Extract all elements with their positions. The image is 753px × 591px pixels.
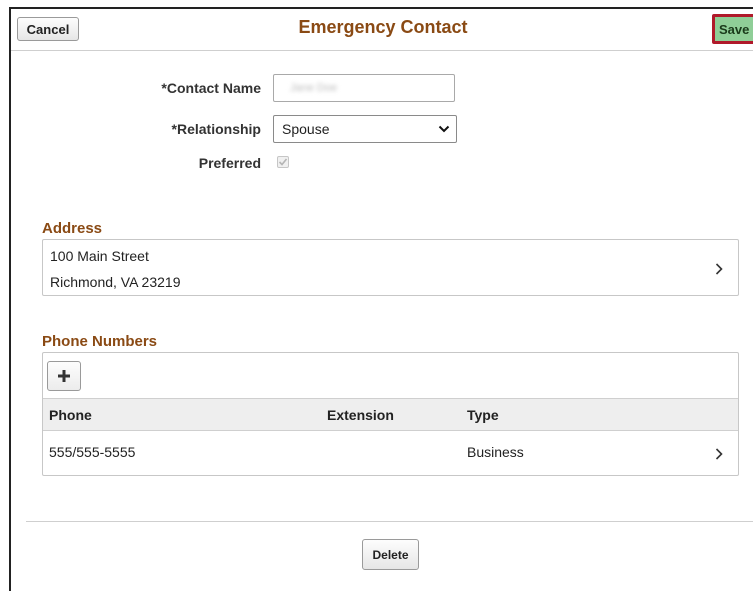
add-phone-button[interactable] <box>47 361 81 391</box>
address-section-title: Address <box>42 220 103 237</box>
table-row[interactable]: 555/555-5555 Business <box>43 431 738 475</box>
delete-button[interactable]: Delete <box>362 539 419 570</box>
phone-numbers-grid: Phone Extension Type 555/555-5555 Busine… <box>42 352 739 476</box>
contact-name-value: Jane Doe <box>290 82 338 94</box>
address-line-2: Richmond, VA 23219 <box>50 274 181 290</box>
column-header-extension: Extension <box>327 407 394 423</box>
address-card[interactable]: 100 Main Street Richmond, VA 23219 <box>42 239 739 296</box>
contact-name-input[interactable]: Jane Doe <box>273 74 455 102</box>
column-header-type: Type <box>467 407 499 423</box>
save-button[interactable]: Save <box>712 14 753 44</box>
preferred-label-wrap: Preferred <box>51 155 261 175</box>
phone-table-header: Phone Extension Type <box>43 398 738 431</box>
header-bar: Cancel Emergency Contact Save <box>11 9 753 51</box>
page-title: Emergency Contact <box>298 17 468 37</box>
relationship-label-wrap: *Relationship <box>51 121 261 141</box>
phone-cell: 555/555-5555 <box>49 444 136 460</box>
phone-numbers-section-title: Phone Numbers <box>42 333 158 350</box>
emergency-contact-panel: Cancel Emergency Contact Save *Contact N… <box>9 7 753 591</box>
relationship-label: *Relationship <box>171 121 261 137</box>
chevron-right-icon <box>715 263 723 275</box>
checkmark-icon <box>278 158 288 166</box>
relationship-selected-value: Spouse <box>282 121 330 137</box>
contact-name-label-wrap: *Contact Name <box>51 80 261 100</box>
footer-divider <box>26 521 753 522</box>
type-cell: Business <box>467 444 524 460</box>
chevron-down-icon <box>438 125 450 133</box>
plus-icon <box>58 370 70 382</box>
chevron-right-icon <box>715 448 723 460</box>
preferred-checkbox[interactable] <box>277 156 289 168</box>
contact-name-label: *Contact Name <box>161 80 261 96</box>
address-line-1: 100 Main Street <box>50 248 149 264</box>
column-header-phone: Phone <box>49 407 92 423</box>
preferred-label: Preferred <box>198 155 261 171</box>
relationship-select[interactable]: Spouse <box>273 115 457 143</box>
